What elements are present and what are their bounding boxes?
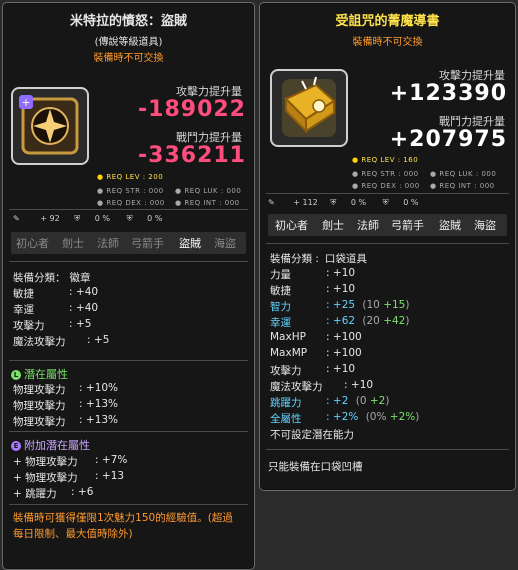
potential-header: L 潛在屬性 xyxy=(11,366,68,382)
untradeable-note: 裝備時不可交換 xyxy=(93,53,164,64)
stat-row: 不可設定潛在能力 xyxy=(270,429,354,441)
divider xyxy=(9,360,248,361)
potential-row: 物理攻擊力: +10% xyxy=(13,382,119,396)
item-icon-frame xyxy=(270,69,348,147)
tooltip-right: 受詛咒的菁魔導書 裝備時不可交換 攻擊力提升量 +123390 戰鬥力提升量 +… xyxy=(259,2,516,491)
stat-row: 攻擊力: +10 xyxy=(270,363,356,377)
stat-row: 智力: +25 (10 +15) xyxy=(270,299,410,313)
item-title: 受詛咒的菁魔導書 xyxy=(335,14,440,29)
attack-increase-value: +123390 xyxy=(389,81,507,106)
job-thief: 盜賊 xyxy=(439,219,461,232)
potential-row: 物理攻擊力: +13% xyxy=(13,398,119,412)
mini-stats-row: ✎ + 92 ⛨ 0 % ⛨ 0 % xyxy=(13,214,163,223)
shield-icon: ⛨ xyxy=(126,214,133,223)
req-luk: ● REQ LUK : 000 xyxy=(430,170,497,178)
cursed-book-icon xyxy=(282,76,336,137)
stat-row: 力量: +10 xyxy=(270,267,356,281)
stat-row: MaxHP: +100 xyxy=(270,331,362,343)
req-level: ● REQ LEV : 160 xyxy=(352,156,419,164)
bonus-row: + 跳躍力: +6 xyxy=(13,486,94,500)
divider xyxy=(266,243,509,244)
job-thief: 盜賊 xyxy=(179,237,201,250)
charm-note: 裝備時可獲得僅限1次魅力150的經驗值。(超過每日限制、最大值時除外) xyxy=(13,512,233,540)
stat-row: 攻擊力: +5 xyxy=(13,318,92,332)
stat-row: 幸運: +62 (20 +42) xyxy=(270,315,410,329)
divider xyxy=(9,504,248,505)
job-list: 初心者 劍士 法師 弓箭手 盜賊 海盜 xyxy=(11,232,246,254)
shield-icon: ⛨ xyxy=(330,198,337,207)
job-beginner: 初心者 xyxy=(16,237,49,250)
bonus-potential-header: E 附加潛在屬性 xyxy=(11,437,90,453)
slot-note: 只能裝備在口袋凹槽 xyxy=(268,461,363,473)
mini-stats-row: ✎ + 112 ⛨ 0 % ⛨ 0 % xyxy=(268,198,419,207)
divider xyxy=(9,261,248,262)
shield-icon: ⛨ xyxy=(382,198,389,207)
potential-row: 物理攻擊力: +13% xyxy=(13,414,119,428)
job-magician: 法師 xyxy=(357,219,379,232)
potential-grade-icon: L xyxy=(11,370,21,380)
emblem-icon: + xyxy=(19,95,79,155)
job-beginner: 初心者 xyxy=(275,219,308,232)
job-bowman: 弓箭手 xyxy=(131,237,164,250)
stat-row: 全屬性: +2% (0% +2%) xyxy=(270,411,420,425)
stat-row: 敏捷: +40 xyxy=(13,286,99,300)
untradeable-note: 裝備時不可交換 xyxy=(352,37,423,48)
stat-row: MaxMP: +100 xyxy=(270,347,362,359)
req-luk: ● REQ LUK : 000 xyxy=(175,187,242,195)
stat-row: 魔法攻擊力: +5 xyxy=(13,334,110,348)
req-str: ● REQ STR : 000 xyxy=(97,187,164,195)
stat-row: 跳躍力: +2 (0 +2) xyxy=(270,395,390,409)
job-bowman: 弓箭手 xyxy=(391,219,424,232)
stat-row: 幸運: +40 xyxy=(13,302,99,316)
item-title: 米特拉的憤怒：盜賊 xyxy=(69,14,187,29)
stat-row: 裝備分類： 徽章 xyxy=(13,272,91,284)
divider xyxy=(9,431,248,432)
item-grade: (傳說等級道具) xyxy=(94,37,163,48)
req-level: ● REQ LEV : 200 xyxy=(97,173,164,181)
pencil-icon: ✎ xyxy=(268,198,275,207)
req-dex: ● REQ DEX : 000 xyxy=(97,199,165,207)
attack-increase-value: -189022 xyxy=(138,97,246,122)
req-int: ● REQ INT : 000 xyxy=(175,199,240,207)
stat-row: 裝備分類 : 口袋道具 xyxy=(270,253,367,265)
req-dex: ● REQ DEX : 000 xyxy=(352,182,420,190)
bonus-row: + 物理攻擊力: +7% xyxy=(13,454,128,468)
shield-icon: ⛨ xyxy=(74,214,81,223)
svg-text:+: + xyxy=(21,96,30,109)
divider xyxy=(266,449,509,450)
power-increase-value: -336211 xyxy=(138,143,246,168)
divider xyxy=(266,193,509,194)
job-warrior: 劍士 xyxy=(322,219,344,232)
bonus-grade-icon: E xyxy=(11,441,21,451)
tooltip-left: 米特拉的憤怒：盜賊 (傳說等級道具) 裝備時不可交換 + 攻擊力提升量 -189… xyxy=(2,2,255,570)
stat-row: 魔法攻擊力: +10 xyxy=(270,379,374,393)
job-warrior: 劍士 xyxy=(62,237,84,250)
job-list: 初心者 劍士 法師 弓箭手 盜賊 海盜 xyxy=(268,214,507,236)
req-int: ● REQ INT : 000 xyxy=(430,182,495,190)
job-pirate: 海盜 xyxy=(214,237,236,250)
job-pirate: 海盜 xyxy=(474,219,496,232)
stat-row: 敏捷: +10 xyxy=(270,283,356,297)
pencil-icon: ✎ xyxy=(13,214,20,223)
job-magician: 法師 xyxy=(97,237,119,250)
power-increase-value: +207975 xyxy=(389,127,507,152)
divider xyxy=(9,209,248,210)
req-str: ● REQ STR : 000 xyxy=(352,170,419,178)
item-icon-frame: + xyxy=(11,87,89,165)
bonus-row: + 物理攻擊力: +13 xyxy=(13,470,125,484)
